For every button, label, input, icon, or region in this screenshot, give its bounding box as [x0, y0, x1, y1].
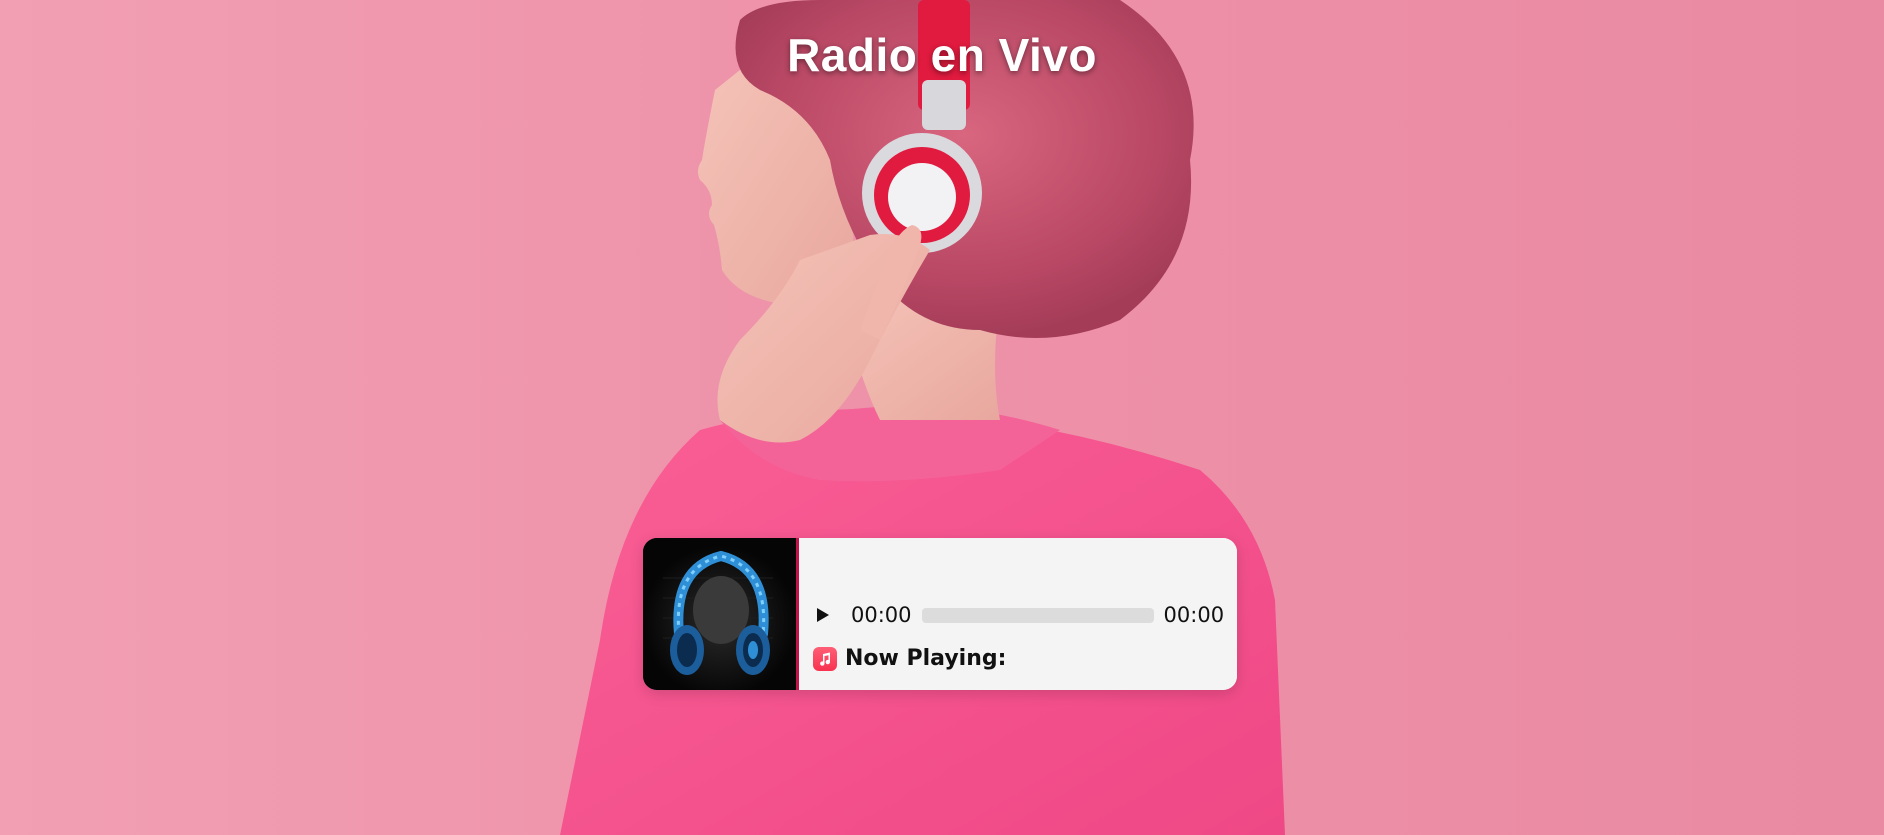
play-icon: [817, 608, 829, 622]
duration-time: 00:00: [1163, 603, 1225, 627]
album-art: [643, 538, 796, 690]
background-photo: [560, 0, 1285, 835]
audio-controls: 00:00 00:00: [809, 600, 1235, 630]
current-time: 00:00: [851, 603, 912, 627]
player-controls: 00:00 00:00 Now Playing:: [799, 538, 1237, 690]
audio-player-card: 00:00 00:00 Now Playing:: [643, 538, 1237, 690]
page-title: Radio en Vivo: [787, 29, 1097, 81]
now-playing-label: Now Playing:: [845, 646, 1007, 671]
headphones-icon: [643, 538, 796, 690]
music-note-icon: [813, 646, 837, 671]
now-playing: Now Playing:: [813, 646, 1012, 671]
play-button[interactable]: [809, 601, 837, 629]
progress-bar[interactable]: [921, 607, 1154, 623]
